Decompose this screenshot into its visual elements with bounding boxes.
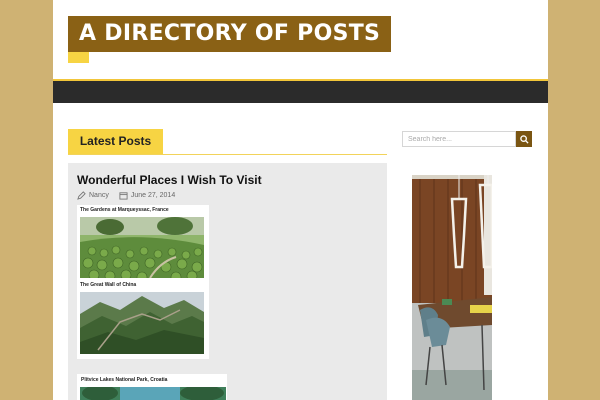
great-wall-photo: [80, 292, 204, 354]
main-navigation-bar: [53, 79, 548, 103]
post-meta: Nancy June 27, 2014: [77, 191, 175, 200]
post-date: June 27, 2014: [130, 192, 176, 199]
search-form: [402, 131, 532, 147]
latest-posts-tab: Latest Posts: [68, 129, 163, 154]
search-button[interactable]: [516, 131, 532, 147]
plitvice-photo: [80, 387, 226, 400]
site-logo[interactable]: A DIRECTORY OF POSTS: [68, 16, 392, 52]
image-caption: The Great Wall of China: [80, 282, 137, 288]
image-caption: The Gardens at Marqueyssac, France: [80, 207, 169, 213]
pencil-icon: [77, 191, 86, 200]
logo-accent: [68, 52, 89, 63]
search-icon: [519, 134, 529, 144]
section-heading: Latest Posts: [79, 134, 152, 148]
gardens-photo: [80, 217, 204, 278]
site-title[interactable]: A DIRECTORY OF POSTS: [79, 16, 380, 52]
sidebar-ad-banner[interactable]: [412, 175, 492, 400]
search-input[interactable]: [402, 131, 516, 147]
page-container: A DIRECTORY OF POSTS Latest Posts Wonder…: [53, 0, 548, 400]
post-card: Wonderful Places I Wish To Visit Nancy J…: [68, 163, 387, 400]
post-author[interactable]: Nancy: [89, 192, 109, 199]
ad-image: [412, 175, 492, 400]
latest-posts-header: Latest Posts: [68, 129, 387, 155]
post-image-collage-2[interactable]: Plitvice Lakes National Park, Croatia: [77, 374, 227, 400]
image-caption: Plitvice Lakes National Park, Croatia: [81, 377, 168, 383]
post-image-collage[interactable]: The Gardens at Marqueyssac, France The G…: [77, 205, 209, 359]
post-title[interactable]: Wonderful Places I Wish To Visit: [77, 173, 262, 187]
calendar-icon: [119, 192, 128, 200]
